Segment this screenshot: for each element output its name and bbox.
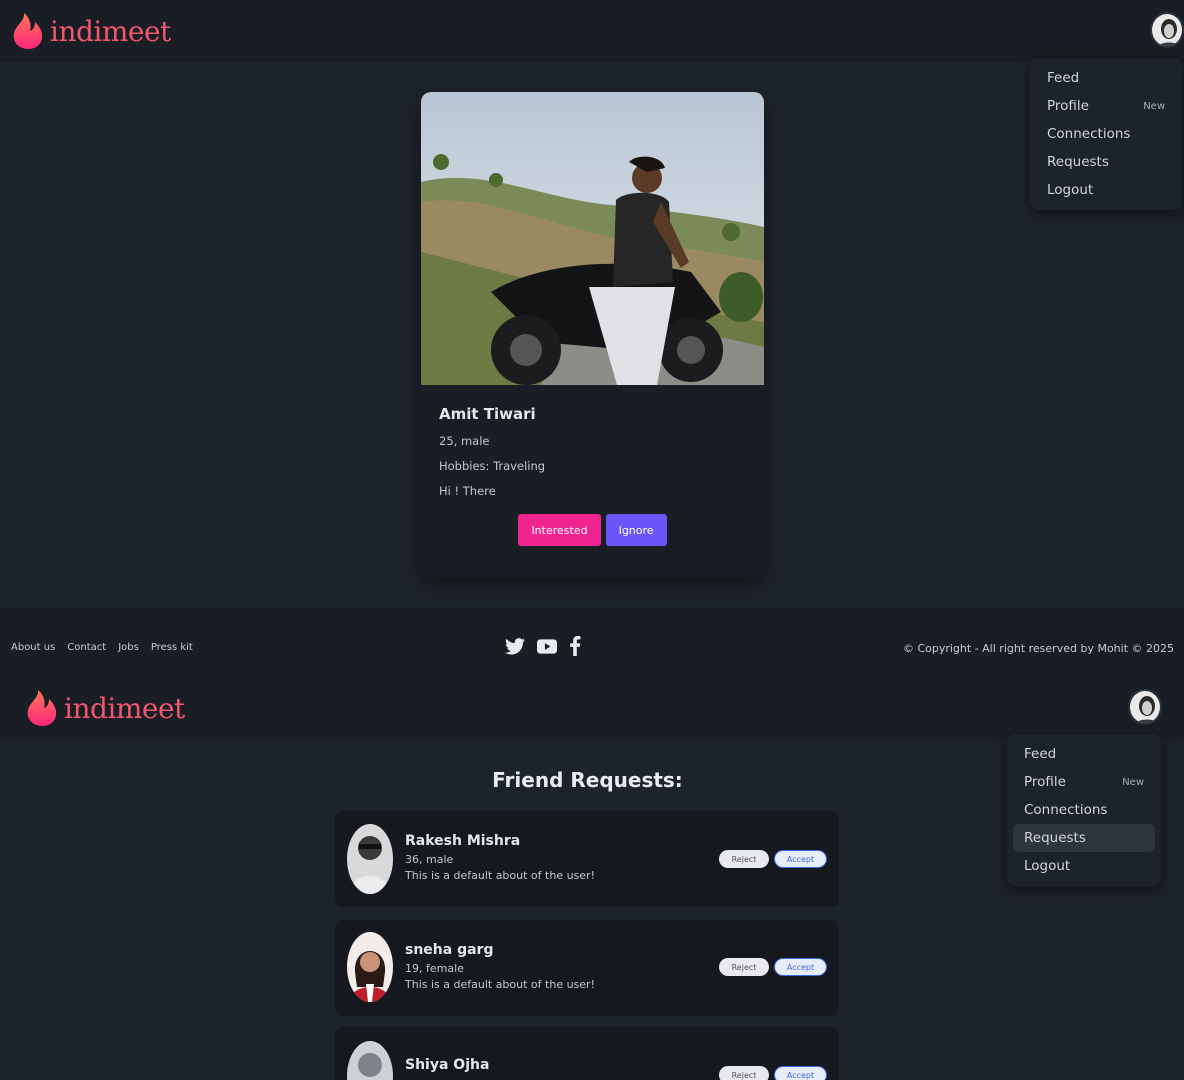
- user-feed-card: Amit Tiwari 25, male Hobbies: Traveling …: [421, 92, 764, 577]
- footer: About us Contact Jobs Press kit © Copyri…: [0, 608, 1184, 677]
- card-about: Hi ! There: [439, 484, 496, 498]
- copyright-text: © Copyright - All right reserved by Mohi…: [902, 642, 1174, 655]
- user-avatar-button[interactable]: [1128, 689, 1162, 725]
- menu-item-label: Requests: [1047, 154, 1109, 170]
- menu-item-label: Logout: [1024, 858, 1071, 874]
- request-about: This is a default about of the user!: [405, 869, 595, 882]
- menu-item-requests[interactable]: Requests: [1013, 824, 1155, 852]
- request-name: Rakesh Mishra: [405, 833, 521, 849]
- menu-item-label: Feed: [1047, 70, 1080, 86]
- navbar-top: indimeet: [0, 0, 1184, 62]
- card-age-gender: 25, male: [439, 434, 490, 448]
- footer-link-contact[interactable]: Contact: [67, 642, 106, 653]
- user-dropdown-menu: Feed Profile New Connections Requests Log…: [1007, 734, 1161, 886]
- flame-icon: [13, 13, 43, 49]
- footer-social: [505, 636, 581, 656]
- footer-link-about[interactable]: About us: [11, 642, 55, 653]
- facebook-icon[interactable]: [569, 636, 581, 656]
- menu-item-feed[interactable]: Feed: [1013, 740, 1155, 768]
- request-name: Shiya Ojha: [405, 1057, 490, 1073]
- footer-link-press-kit[interactable]: Press kit: [151, 642, 193, 653]
- card-user-name: Amit Tiwari: [439, 405, 536, 423]
- brand-name: indimeet: [64, 691, 185, 725]
- reject-button[interactable]: Reject: [719, 1066, 769, 1080]
- footer-link-jobs[interactable]: Jobs: [118, 642, 139, 653]
- menu-item-feed[interactable]: Feed: [1036, 64, 1176, 92]
- request-card: sneha garg 19, female This is a default …: [335, 920, 839, 1016]
- menu-item-requests[interactable]: Requests: [1036, 148, 1176, 176]
- user-avatar-button[interactable]: [1150, 12, 1184, 48]
- menu-item-label: Connections: [1024, 802, 1108, 818]
- new-badge: New: [1122, 776, 1144, 788]
- footer-links: About us Contact Jobs Press kit: [11, 642, 193, 653]
- navbar-requests: indimeet: [0, 677, 1184, 739]
- request-avatar: [347, 932, 393, 1002]
- youtube-icon[interactable]: [537, 638, 557, 654]
- card-actions: Interested Ignore: [439, 514, 746, 546]
- card-hobbies: Hobbies: Traveling: [439, 459, 546, 473]
- menu-item-label: Feed: [1024, 746, 1057, 762]
- menu-item-connections[interactable]: Connections: [1036, 120, 1176, 148]
- flame-icon: [27, 690, 57, 726]
- menu-item-label: Requests: [1024, 830, 1086, 846]
- request-about: This is a default about of the user!: [405, 978, 595, 991]
- request-avatar: [347, 1041, 393, 1080]
- request-age-gender: 19, female: [405, 962, 464, 975]
- user-dropdown-menu: Feed Profile New Connections Requests Log…: [1030, 58, 1182, 210]
- request-avatar: [347, 824, 393, 894]
- ignore-button[interactable]: Ignore: [605, 514, 667, 546]
- interested-button[interactable]: Interested: [518, 514, 601, 546]
- profile-photo: [421, 92, 764, 385]
- accept-button[interactable]: Accept: [774, 1066, 827, 1080]
- accept-button[interactable]: Accept: [774, 958, 827, 976]
- requests-title: Friend Requests:: [492, 768, 683, 792]
- new-badge: New: [1143, 100, 1165, 112]
- menu-item-label: Profile: [1024, 774, 1066, 790]
- menu-item-label: Profile: [1047, 98, 1089, 114]
- request-name: sneha garg: [405, 942, 494, 958]
- menu-item-profile[interactable]: Profile New: [1013, 768, 1155, 796]
- request-card: Rakesh Mishra 36, male This is a default…: [335, 811, 839, 907]
- accept-button[interactable]: Accept: [774, 850, 827, 868]
- request-card: Shiya Ojha Reject Accept: [335, 1027, 839, 1080]
- twitter-icon[interactable]: [505, 637, 525, 655]
- avatar-image: [1152, 14, 1182, 46]
- reject-button[interactable]: Reject: [719, 958, 769, 976]
- brand-name: indimeet: [50, 14, 171, 48]
- request-age-gender: 36, male: [405, 853, 454, 866]
- menu-item-logout[interactable]: Logout: [1036, 176, 1176, 204]
- menu-item-logout[interactable]: Logout: [1013, 852, 1155, 880]
- reject-button[interactable]: Reject: [719, 850, 769, 868]
- brand-logo[interactable]: indimeet: [10, 11, 171, 51]
- menu-item-profile[interactable]: Profile New: [1036, 92, 1176, 120]
- menu-item-label: Logout: [1047, 182, 1094, 198]
- brand-logo[interactable]: indimeet: [24, 688, 185, 728]
- menu-item-connections[interactable]: Connections: [1013, 796, 1155, 824]
- avatar-image: [1130, 691, 1160, 723]
- menu-item-label: Connections: [1047, 126, 1131, 142]
